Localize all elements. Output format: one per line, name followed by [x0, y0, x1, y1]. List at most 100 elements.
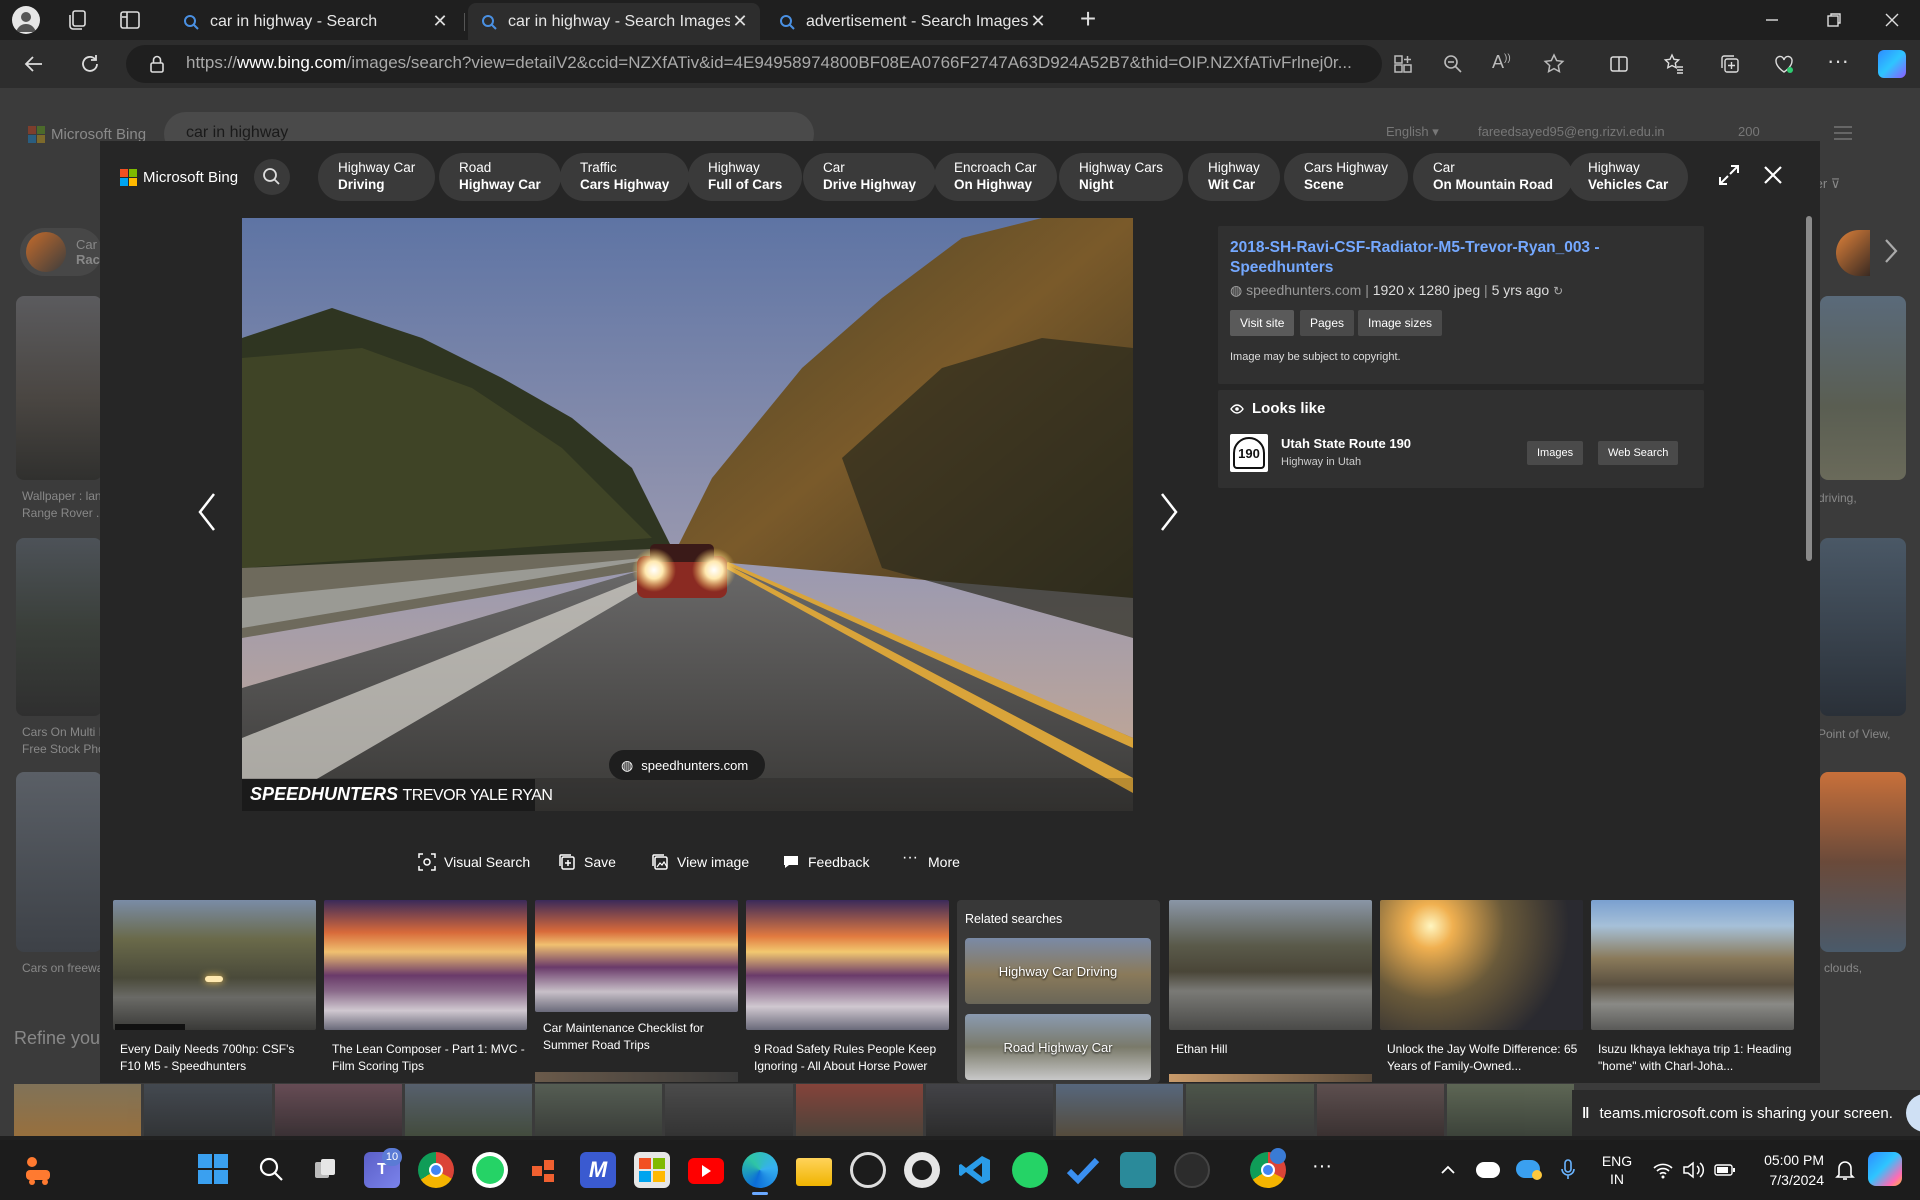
view-image-action[interactable]: View image: [651, 853, 749, 871]
related-thumb-6[interactable]: [1380, 900, 1583, 1030]
pages-button[interactable]: Pages: [1300, 310, 1355, 336]
more-action[interactable]: ··· More: [902, 850, 960, 871]
wifi-icon[interactable]: [1652, 1160, 1674, 1180]
image-title-link[interactable]: 2018-SH-Ravi-CSF-Radiator-M5-Trevor-Ryan…: [1230, 238, 1660, 278]
chip-car-drive-highway[interactable]: Car Drive Highway: [803, 153, 937, 201]
vertical-tabs-icon[interactable]: [118, 8, 142, 32]
left-result-image-1[interactable]: [16, 296, 102, 480]
restore-button[interactable]: [1822, 8, 1846, 32]
task-view-icon[interactable]: [310, 1154, 340, 1184]
left-result-image-2[interactable]: [16, 538, 102, 716]
looks-like-web-search-button[interactable]: Web Search: [1598, 441, 1679, 465]
chip-traffic-cars-highway[interactable]: Traffic Cars Highway: [560, 153, 690, 201]
close-tab-icon[interactable]: ✕: [730, 11, 750, 32]
looks-like-name[interactable]: Utah State Route 190: [1281, 436, 1411, 451]
chip-highway-cars-night[interactable]: Highway Cars Night: [1059, 153, 1184, 201]
settings-more-icon[interactable]: ···: [1826, 50, 1850, 76]
lock-icon[interactable]: [148, 54, 166, 74]
viewer-search-button[interactable]: [254, 159, 290, 195]
todo-icon[interactable]: [1066, 1154, 1100, 1186]
more-apps-icon[interactable]: ···: [1308, 1156, 1336, 1182]
visual-search-action[interactable]: Visual Search: [418, 853, 530, 871]
left-result-image-3[interactable]: [16, 772, 102, 952]
chrome-icon[interactable]: [418, 1152, 454, 1188]
chip-car-on-mountain-road[interactable]: Car On Mountain Road: [1413, 153, 1573, 201]
related-search-road-highway-car[interactable]: Road Highway Car: [965, 1014, 1151, 1080]
source-pill[interactable]: ◍ speedhunters.com: [609, 750, 765, 780]
widgets-icon[interactable]: [20, 1152, 56, 1188]
chip-highway-car-driving[interactable]: Highway Car Driving: [318, 153, 436, 201]
whatsapp-icon[interactable]: [472, 1152, 508, 1188]
volume-icon[interactable]: [1682, 1160, 1706, 1180]
copilot-icon[interactable]: [1878, 50, 1906, 78]
close-tab-icon[interactable]: ✕: [430, 11, 450, 32]
language-selector[interactable]: English ▾: [1386, 124, 1439, 140]
right-result-image-1[interactable]: [1820, 296, 1906, 480]
related-search-highway-car-driving[interactable]: Highway Car Driving: [965, 938, 1151, 1004]
left-chip-car-race[interactable]: Car Rac: [20, 228, 102, 276]
git-app-icon[interactable]: [526, 1152, 562, 1188]
profile-avatar[interactable]: [12, 6, 40, 34]
related-thumb-3[interactable]: [535, 900, 738, 1012]
save-action[interactable]: Save: [558, 853, 616, 871]
chip-highway-full-of-cars[interactable]: Highway Full of Cars: [688, 153, 803, 201]
expand-icon[interactable]: [1716, 162, 1742, 188]
github-icon[interactable]: [904, 1152, 940, 1188]
app-icon-dark[interactable]: [1174, 1152, 1210, 1188]
minimize-button[interactable]: [1760, 8, 1784, 32]
related-thumb-5b[interactable]: [1169, 1074, 1372, 1082]
split-screen-icon[interactable]: [1608, 53, 1630, 75]
close-window-button[interactable]: [1880, 8, 1904, 32]
new-tab-button[interactable]: +: [1074, 5, 1102, 34]
read-aloud-icon[interactable]: A)): [1492, 52, 1516, 76]
youtube-icon[interactable]: [688, 1158, 724, 1184]
app-available-icon[interactable]: [1392, 53, 1414, 75]
viewer-scrollbar[interactable]: [1806, 216, 1812, 561]
right-result-image-2[interactable]: [1820, 538, 1906, 716]
chip-road-highway-car[interactable]: Road Highway Car: [439, 153, 561, 201]
refresh-button[interactable]: [78, 52, 102, 76]
image-site[interactable]: speedhunters.com: [1246, 282, 1361, 298]
account-email[interactable]: fareedsayed95@eng.rizvi.edu.in: [1478, 124, 1665, 139]
editor-app-icon[interactable]: M: [580, 1152, 616, 1188]
app-icon-teal[interactable]: [1120, 1152, 1156, 1188]
workspaces-icon[interactable]: [66, 8, 90, 32]
tab-car-in-highway-images[interactable]: car in highway - Search Images ✕: [468, 3, 760, 40]
clock[interactable]: 05:00 PM 7/3/2024: [1748, 1150, 1824, 1190]
previous-image-icon[interactable]: [194, 490, 222, 534]
main-image[interactable]: [242, 218, 1133, 811]
battery-icon[interactable]: [1714, 1162, 1736, 1178]
visit-site-button[interactable]: Visit site: [1230, 310, 1295, 336]
related-thumb-2[interactable]: [324, 900, 527, 1030]
hamburger-menu-icon[interactable]: [1832, 124, 1854, 142]
copilot-taskbar-icon[interactable]: [1868, 1152, 1902, 1186]
related-thumb-3b[interactable]: [535, 1072, 738, 1082]
show-hidden-icons[interactable]: [1438, 1160, 1458, 1180]
feedback-action[interactable]: Feedback: [782, 853, 869, 871]
tab-advertisement-images[interactable]: advertisement - Search Images ✕: [766, 3, 1058, 40]
favorites-icon[interactable]: [1662, 52, 1686, 76]
image-sizes-button[interactable]: Image sizes: [1358, 310, 1443, 336]
next-image-icon[interactable]: [1154, 490, 1182, 534]
pause-icon[interactable]: ‖: [1582, 1105, 1589, 1122]
notifications-icon[interactable]: [1834, 1158, 1856, 1182]
edge-icon[interactable]: [742, 1152, 778, 1188]
viewer-bing-logo[interactable]: Microsoft Bing: [120, 167, 238, 187]
chip-encroach-car-on-highway[interactable]: Encroach Car On Highway: [934, 153, 1057, 201]
vscode-icon[interactable]: [958, 1154, 992, 1186]
favorite-star-icon[interactable]: [1542, 52, 1566, 76]
chip-cars-highway-scene[interactable]: Cars Highway Scene: [1284, 153, 1409, 201]
right-result-image-3[interactable]: [1820, 772, 1906, 952]
related-thumb-5[interactable]: [1169, 900, 1372, 1030]
related-thumb-7[interactable]: [1591, 900, 1794, 1030]
whatsapp-app-icon[interactable]: [1012, 1152, 1048, 1188]
chip-highway-wit-car[interactable]: Highway Wit Car: [1188, 153, 1280, 201]
microphone-icon[interactable]: [1560, 1158, 1576, 1182]
rewards-points[interactable]: 200: [1738, 124, 1760, 139]
collections-icon[interactable]: [1718, 52, 1742, 76]
store-icon[interactable]: [634, 1152, 670, 1188]
chatgpt-icon[interactable]: [850, 1152, 886, 1188]
browser-essentials-icon[interactable]: [1772, 52, 1796, 76]
file-explorer-icon[interactable]: [796, 1158, 832, 1186]
tab-car-in-highway-search[interactable]: car in highway - Search ✕: [170, 3, 460, 40]
